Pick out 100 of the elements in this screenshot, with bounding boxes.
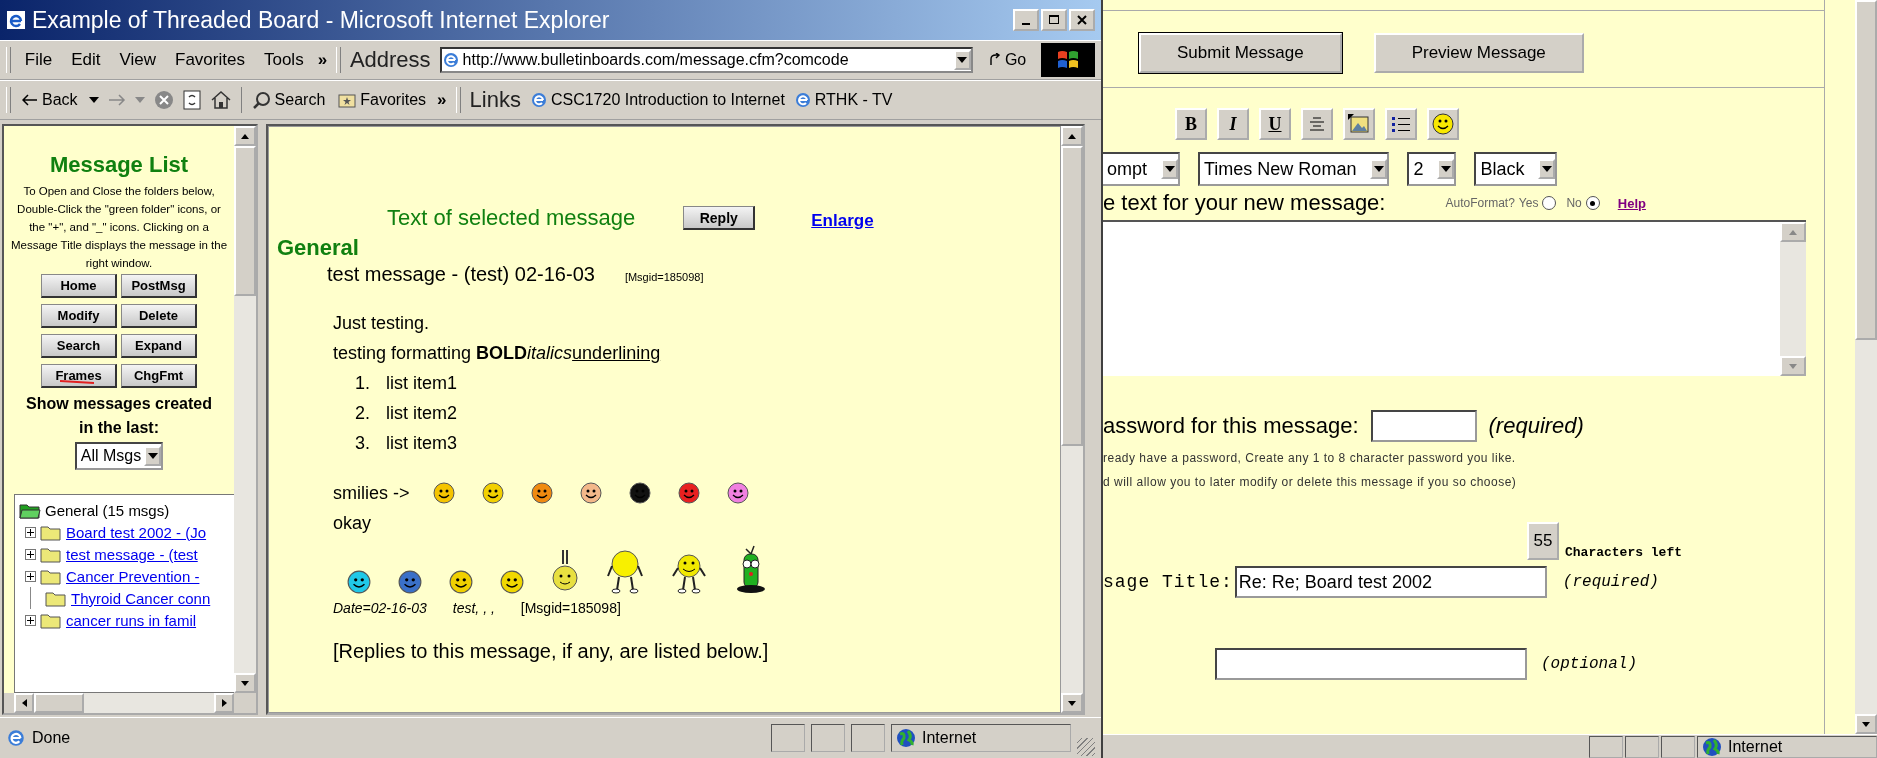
smiley-format-button[interactable] <box>1427 108 1459 140</box>
dropdown-button[interactable] <box>1370 159 1388 179</box>
go-arrow-icon <box>987 53 1002 67</box>
back-button[interactable]: Back <box>20 91 80 109</box>
caret-icon[interactable] <box>88 97 99 103</box>
expand-icon[interactable] <box>25 526 36 538</box>
menu-item[interactable]: File <box>24 50 53 70</box>
format-select[interactable]: 2 <box>1407 152 1457 186</box>
link-button[interactable]: RTHK - TV <box>793 91 893 109</box>
radio-button[interactable] <box>1585 196 1600 210</box>
radio-button[interactable] <box>1542 196 1557 210</box>
refresh-icon[interactable] <box>182 90 201 110</box>
scroll-down-button[interactable] <box>1855 714 1877 734</box>
horizontal-scrollbar[interactable] <box>14 693 234 713</box>
menu-item[interactable]: View <box>119 50 157 70</box>
page-icon <box>6 728 26 748</box>
period-select[interactable]: All Msgs <box>74 442 164 470</box>
smiley-icon <box>1432 113 1454 135</box>
star-folder-icon <box>338 92 357 108</box>
enlarge-link[interactable]: Enlarge <box>811 211 874 231</box>
required-note: (required) <box>1488 413 1584 439</box>
format-select[interactable]: ompt <box>1103 152 1181 186</box>
scroll-up-button[interactable] <box>1061 126 1083 146</box>
list-number: 1. <box>355 372 370 395</box>
down-triangle-icon <box>1068 700 1076 706</box>
optional-field[interactable] <box>1215 648 1527 680</box>
go-button[interactable]: Go <box>981 50 1033 70</box>
nav-button[interactable]: PostMsg <box>121 274 197 298</box>
counter-label: Characters left <box>1565 545 1683 560</box>
scroll-left-button[interactable] <box>14 693 34 713</box>
reply-button[interactable]: Reply <box>683 206 756 230</box>
resize-grip[interactable] <box>1077 738 1095 756</box>
dropdown-button[interactable] <box>953 50 971 70</box>
more-chevron[interactable]: » <box>317 50 328 70</box>
message-link[interactable]: Board test 2002 - (Jo <box>66 523 207 541</box>
scroll-down-button[interactable] <box>234 673 256 693</box>
bold-format-button[interactable]: B <box>1175 108 1207 140</box>
underline-format-button[interactable]: U <box>1259 108 1291 140</box>
form-button[interactable]: Preview Message <box>1373 33 1584 73</box>
scroll-down-button[interactable] <box>1061 693 1083 713</box>
help-link[interactable]: Help <box>1617 195 1646 211</box>
scroll-right-button[interactable] <box>214 693 234 713</box>
dropdown-button[interactable] <box>1538 159 1556 179</box>
replies-note: [Replies to this message, if any, are listed below.] <box>333 640 770 663</box>
scrollbar[interactable] <box>234 126 256 693</box>
nav-button[interactable]: Home <box>41 274 117 298</box>
title-field[interactable]: Re: Re; Board test 2002 <box>1234 566 1547 598</box>
nav-button[interactable]: Expand <box>121 334 197 358</box>
caret-icon <box>1373 166 1384 172</box>
optional-note: (optional) <box>1541 655 1637 673</box>
nav-button[interactable]: Frames <box>41 364 117 388</box>
down-triangle-icon <box>1862 721 1870 727</box>
smiley-figure-icon <box>606 548 644 594</box>
message-id: [Msgid=185098] <box>624 271 704 283</box>
image-format-button[interactable] <box>1343 108 1375 140</box>
minimize-button[interactable] <box>1013 9 1039 31</box>
expand-icon[interactable] <box>25 570 36 582</box>
menu-item[interactable]: Favorites <box>175 50 245 70</box>
address-field[interactable]: http://www.bulletinboards.com/message.cfm?comcode <box>439 47 973 73</box>
center-format-button[interactable] <box>1301 108 1333 140</box>
maximize-button[interactable] <box>1041 9 1067 31</box>
password-field[interactable] <box>1370 410 1477 442</box>
form-button[interactable]: Submit Message <box>1139 33 1342 73</box>
message-link[interactable]: cancer runs in famil <box>66 611 197 629</box>
nav-button[interactable]: ChgFmt <box>121 364 197 388</box>
list-format-button[interactable] <box>1385 108 1417 140</box>
maximize-icon <box>1048 14 1060 26</box>
expand-icon[interactable] <box>25 614 36 626</box>
folder-icon[interactable] <box>19 501 41 519</box>
left-triangle-icon <box>21 699 27 707</box>
dropdown-button[interactable] <box>1161 159 1179 179</box>
favorites-button[interactable]: Favorites <box>336 91 429 109</box>
tree-root[interactable]: General (15 msgs) <box>45 501 170 519</box>
message-link[interactable]: Thyroid Cancer conn <box>71 589 211 607</box>
character-counter: 55 <box>1527 522 1559 560</box>
close-button[interactable] <box>1069 9 1095 31</box>
links-label: Links <box>469 87 521 113</box>
menu-item[interactable]: Tools <box>263 50 304 70</box>
message-author: test, , , <box>452 600 495 616</box>
message-link[interactable]: test message - (test <box>66 545 198 563</box>
stop-icon[interactable] <box>153 90 174 110</box>
search-button[interactable]: Search <box>250 91 328 109</box>
link-button[interactable]: CSC1720 Introduction to Internet <box>529 91 785 109</box>
nav-button[interactable]: Modify <box>41 304 117 328</box>
scroll-up-button[interactable] <box>234 126 256 146</box>
italic-format-button[interactable]: I <box>1217 108 1249 140</box>
nav-button[interactable]: Delete <box>121 304 197 328</box>
more-chevron[interactable]: » <box>437 90 447 110</box>
nav-button[interactable]: Search <box>41 334 117 358</box>
menu-item[interactable]: Edit <box>71 50 101 70</box>
home-icon[interactable] <box>209 90 232 110</box>
dropdown-button[interactable] <box>144 446 162 466</box>
format-select[interactable]: Black <box>1474 152 1558 186</box>
message-link[interactable]: Cancer Prevention - <box>66 567 200 585</box>
scrollbar[interactable] <box>1855 0 1877 734</box>
scrollbar[interactable] <box>1061 126 1083 713</box>
expand-icon[interactable] <box>25 548 36 560</box>
format-select[interactable]: Times New Roman <box>1198 152 1390 186</box>
dropdown-button[interactable] <box>1437 159 1455 179</box>
required-note: (required) <box>1562 573 1659 591</box>
